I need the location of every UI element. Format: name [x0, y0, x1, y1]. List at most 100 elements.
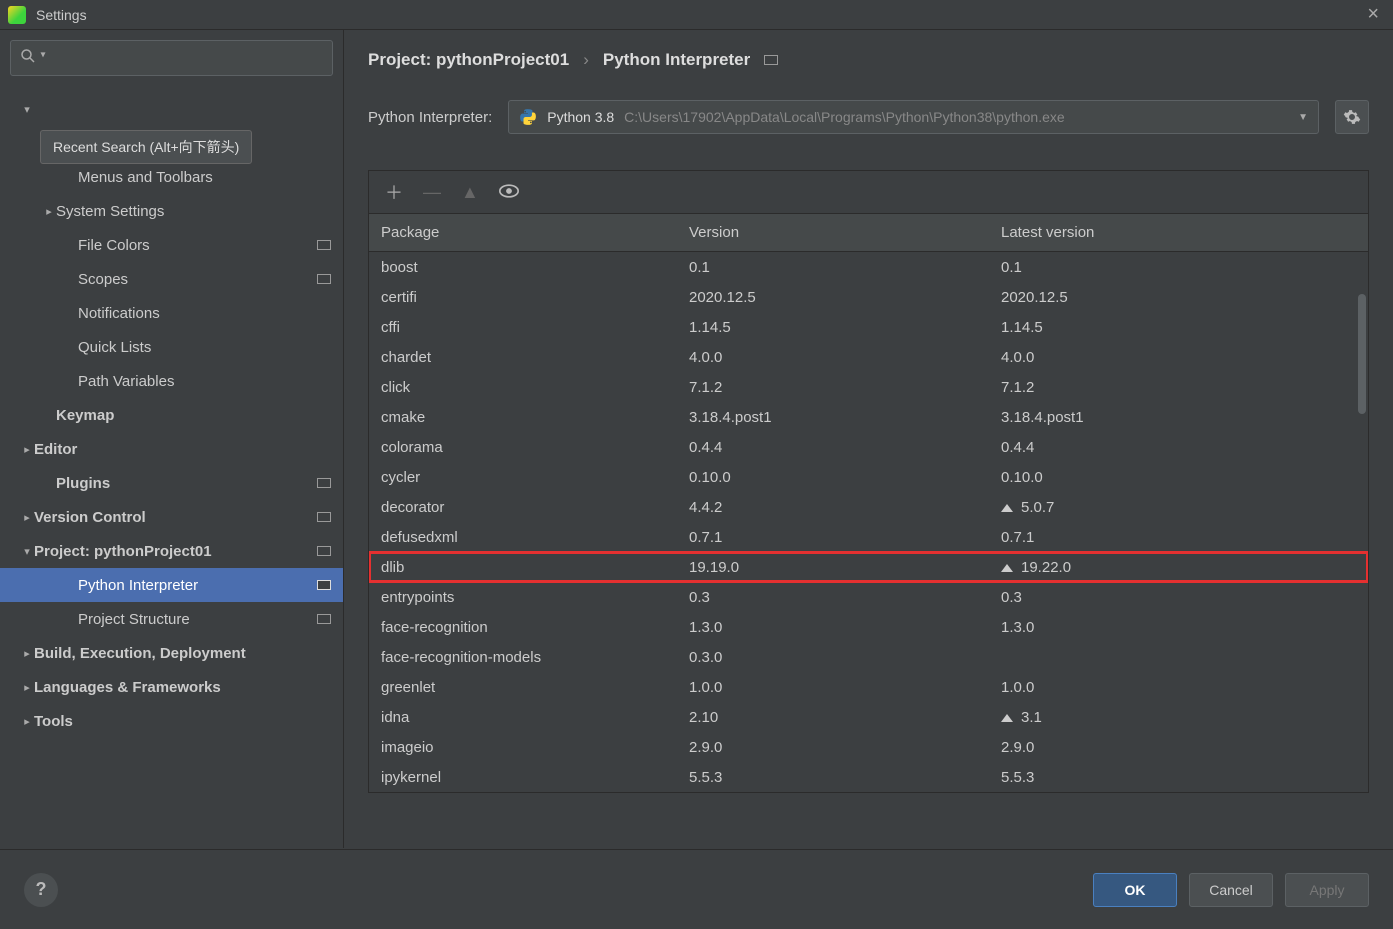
scrollbar-thumb[interactable] — [1358, 294, 1366, 414]
table-row[interactable]: ipykernel5.5.35.5.3 — [369, 762, 1368, 792]
sidebar-item-path-variables[interactable]: Path Variables — [0, 364, 343, 398]
upgrade-package-button[interactable]: ▲ — [461, 182, 479, 203]
interpreter-settings-button[interactable] — [1335, 100, 1369, 134]
table-row[interactable]: entrypoints0.30.3 — [369, 582, 1368, 612]
sidebar-item-file-colors[interactable]: File Colors — [0, 228, 343, 262]
show-early-releases-button[interactable] — [499, 182, 519, 203]
latest-version-text: 1.3.0 — [1001, 619, 1034, 636]
sidebar-item-editor[interactable]: ▸Editor — [0, 432, 343, 466]
cancel-button[interactable]: Cancel — [1189, 873, 1273, 907]
table-row[interactable]: defusedxml0.7.10.7.1 — [369, 522, 1368, 552]
interpreter-path: C:\Users\17902\AppData\Local\Programs\Py… — [624, 109, 1064, 125]
package-name: entrypoints — [369, 589, 677, 606]
package-latest: 1.0.0 — [989, 679, 1368, 696]
package-name: cmake — [369, 409, 677, 426]
table-row[interactable]: chardet4.0.04.0.0 — [369, 342, 1368, 372]
packages-table: Package Version Latest version boost0.10… — [368, 213, 1369, 793]
package-toolbar: ＋ — ▲ — [368, 170, 1369, 213]
project-scope-badge-icon — [317, 240, 331, 250]
interpreter-dropdown[interactable]: Python 3.8 C:\Users\17902\AppData\Local\… — [508, 100, 1319, 134]
table-row[interactable]: greenlet1.0.01.0.0 — [369, 672, 1368, 702]
ok-button[interactable]: OK — [1093, 873, 1177, 907]
latest-version-text: 4.0.0 — [1001, 349, 1034, 366]
table-row[interactable]: colorama0.4.40.4.4 — [369, 432, 1368, 462]
package-version: 1.3.0 — [677, 619, 989, 636]
header-package[interactable]: Package — [369, 224, 677, 241]
add-package-button[interactable]: ＋ — [385, 179, 403, 205]
close-icon[interactable]: × — [1361, 3, 1385, 26]
table-row[interactable]: decorator4.4.25.0.7 — [369, 492, 1368, 522]
sidebar-item-system-settings[interactable]: ▸System Settings — [0, 194, 343, 228]
table-row[interactable]: cycler0.10.00.10.0 — [369, 462, 1368, 492]
latest-version-text: 2.9.0 — [1001, 739, 1034, 756]
package-latest: 2020.12.5 — [989, 289, 1368, 306]
table-row[interactable]: certifi2020.12.52020.12.5 — [369, 282, 1368, 312]
sidebar-item-label: Menus and Toolbars — [78, 169, 331, 186]
sidebar-item-keymap[interactable]: Keymap — [0, 398, 343, 432]
sidebar-item-scopes[interactable]: Scopes — [0, 262, 343, 296]
package-version: 4.0.0 — [677, 349, 989, 366]
remove-package-button[interactable]: — — [423, 182, 441, 203]
package-version: 5.5.3 — [677, 769, 989, 786]
table-row[interactable]: face-recognition-models0.3.0 — [369, 642, 1368, 672]
package-version: 0.7.1 — [677, 529, 989, 546]
table-row[interactable]: cmake3.18.4.post13.18.4.post1 — [369, 402, 1368, 432]
sidebar-item-version-control[interactable]: ▸Version Control — [0, 500, 343, 534]
package-version: 19.19.0 — [677, 559, 989, 576]
sidebar-item-menus-and-toolbars[interactable]: Menus and Toolbars — [0, 160, 343, 194]
package-latest: 19.22.0 — [989, 559, 1368, 576]
sidebar-item-tools[interactable]: ▸Tools — [0, 704, 343, 738]
interpreter-name: Python 3.8 — [547, 109, 614, 125]
project-scope-badge-icon — [764, 55, 778, 65]
apply-button[interactable]: Apply — [1285, 873, 1369, 907]
sidebar-item-label: Editor — [34, 441, 331, 458]
table-row[interactable]: face-recognition1.3.01.3.0 — [369, 612, 1368, 642]
package-version: 0.3.0 — [677, 649, 989, 666]
chevron-right-icon: ▸ — [20, 681, 34, 694]
sidebar-item-project-structure[interactable]: Project Structure — [0, 602, 343, 636]
header-version[interactable]: Version — [677, 224, 989, 241]
help-button[interactable]: ? — [24, 873, 58, 907]
package-latest: 5.0.7 — [989, 499, 1368, 516]
latest-version-text: 0.4.4 — [1001, 439, 1034, 456]
table-row[interactable]: cffi1.14.51.14.5 — [369, 312, 1368, 342]
chevron-right-icon: ▸ — [42, 205, 56, 218]
project-scope-badge-icon — [317, 546, 331, 556]
sidebar-item-notifications[interactable]: Notifications — [0, 296, 343, 330]
sidebar-item-build-execution-deployment[interactable]: ▸Build, Execution, Deployment — [0, 636, 343, 670]
package-name: idna — [369, 709, 677, 726]
table-row[interactable]: click7.1.27.1.2 — [369, 372, 1368, 402]
sidebar-item-label: System Settings — [56, 203, 331, 220]
latest-version-text: 0.7.1 — [1001, 529, 1034, 546]
breadcrumb-project: Project: pythonProject01 — [368, 50, 569, 70]
sidebar-item-project-pythonproject01[interactable]: ▾Project: pythonProject01 — [0, 534, 343, 568]
sidebar-item-appearance-behavior[interactable]: ▾Appearance & Behavior — [0, 92, 343, 126]
package-name: imageio — [369, 739, 677, 756]
settings-sidebar: ▾ Recent Search (Alt+向下箭头) ▾Appearance &… — [0, 30, 344, 848]
package-latest: 5.5.3 — [989, 769, 1368, 786]
table-row[interactable]: dlib19.19.019.22.0 — [369, 552, 1368, 582]
package-version: 1.14.5 — [677, 319, 989, 336]
sidebar-item-python-interpreter[interactable]: Python Interpreter — [0, 568, 343, 602]
table-row[interactable]: idna2.103.1 — [369, 702, 1368, 732]
settings-search-input[interactable] — [10, 40, 333, 76]
package-latest: 7.1.2 — [989, 379, 1368, 396]
sidebar-item-plugins[interactable]: Plugins — [0, 466, 343, 500]
latest-version-text: 1.14.5 — [1001, 319, 1043, 336]
latest-version-text: 7.1.2 — [1001, 379, 1034, 396]
sidebar-item-quick-lists[interactable]: Quick Lists — [0, 330, 343, 364]
package-name: boost — [369, 259, 677, 276]
table-row[interactable]: boost0.10.1 — [369, 252, 1368, 282]
sidebar-item-languages-frameworks[interactable]: ▸Languages & Frameworks — [0, 670, 343, 704]
project-scope-badge-icon — [317, 274, 331, 284]
sidebar-item-label: Languages & Frameworks — [34, 679, 331, 696]
package-latest: 0.7.1 — [989, 529, 1368, 546]
header-latest[interactable]: Latest version — [989, 224, 1368, 241]
package-version: 4.4.2 — [677, 499, 989, 516]
latest-version-text: 2020.12.5 — [1001, 289, 1068, 306]
table-row[interactable]: imageio2.9.02.9.0 — [369, 732, 1368, 762]
package-version: 0.3 — [677, 589, 989, 606]
latest-version-text: 3.1 — [1021, 709, 1042, 726]
chevron-right-icon: ▸ — [20, 511, 34, 524]
sidebar-item-label: Keymap — [56, 407, 331, 424]
